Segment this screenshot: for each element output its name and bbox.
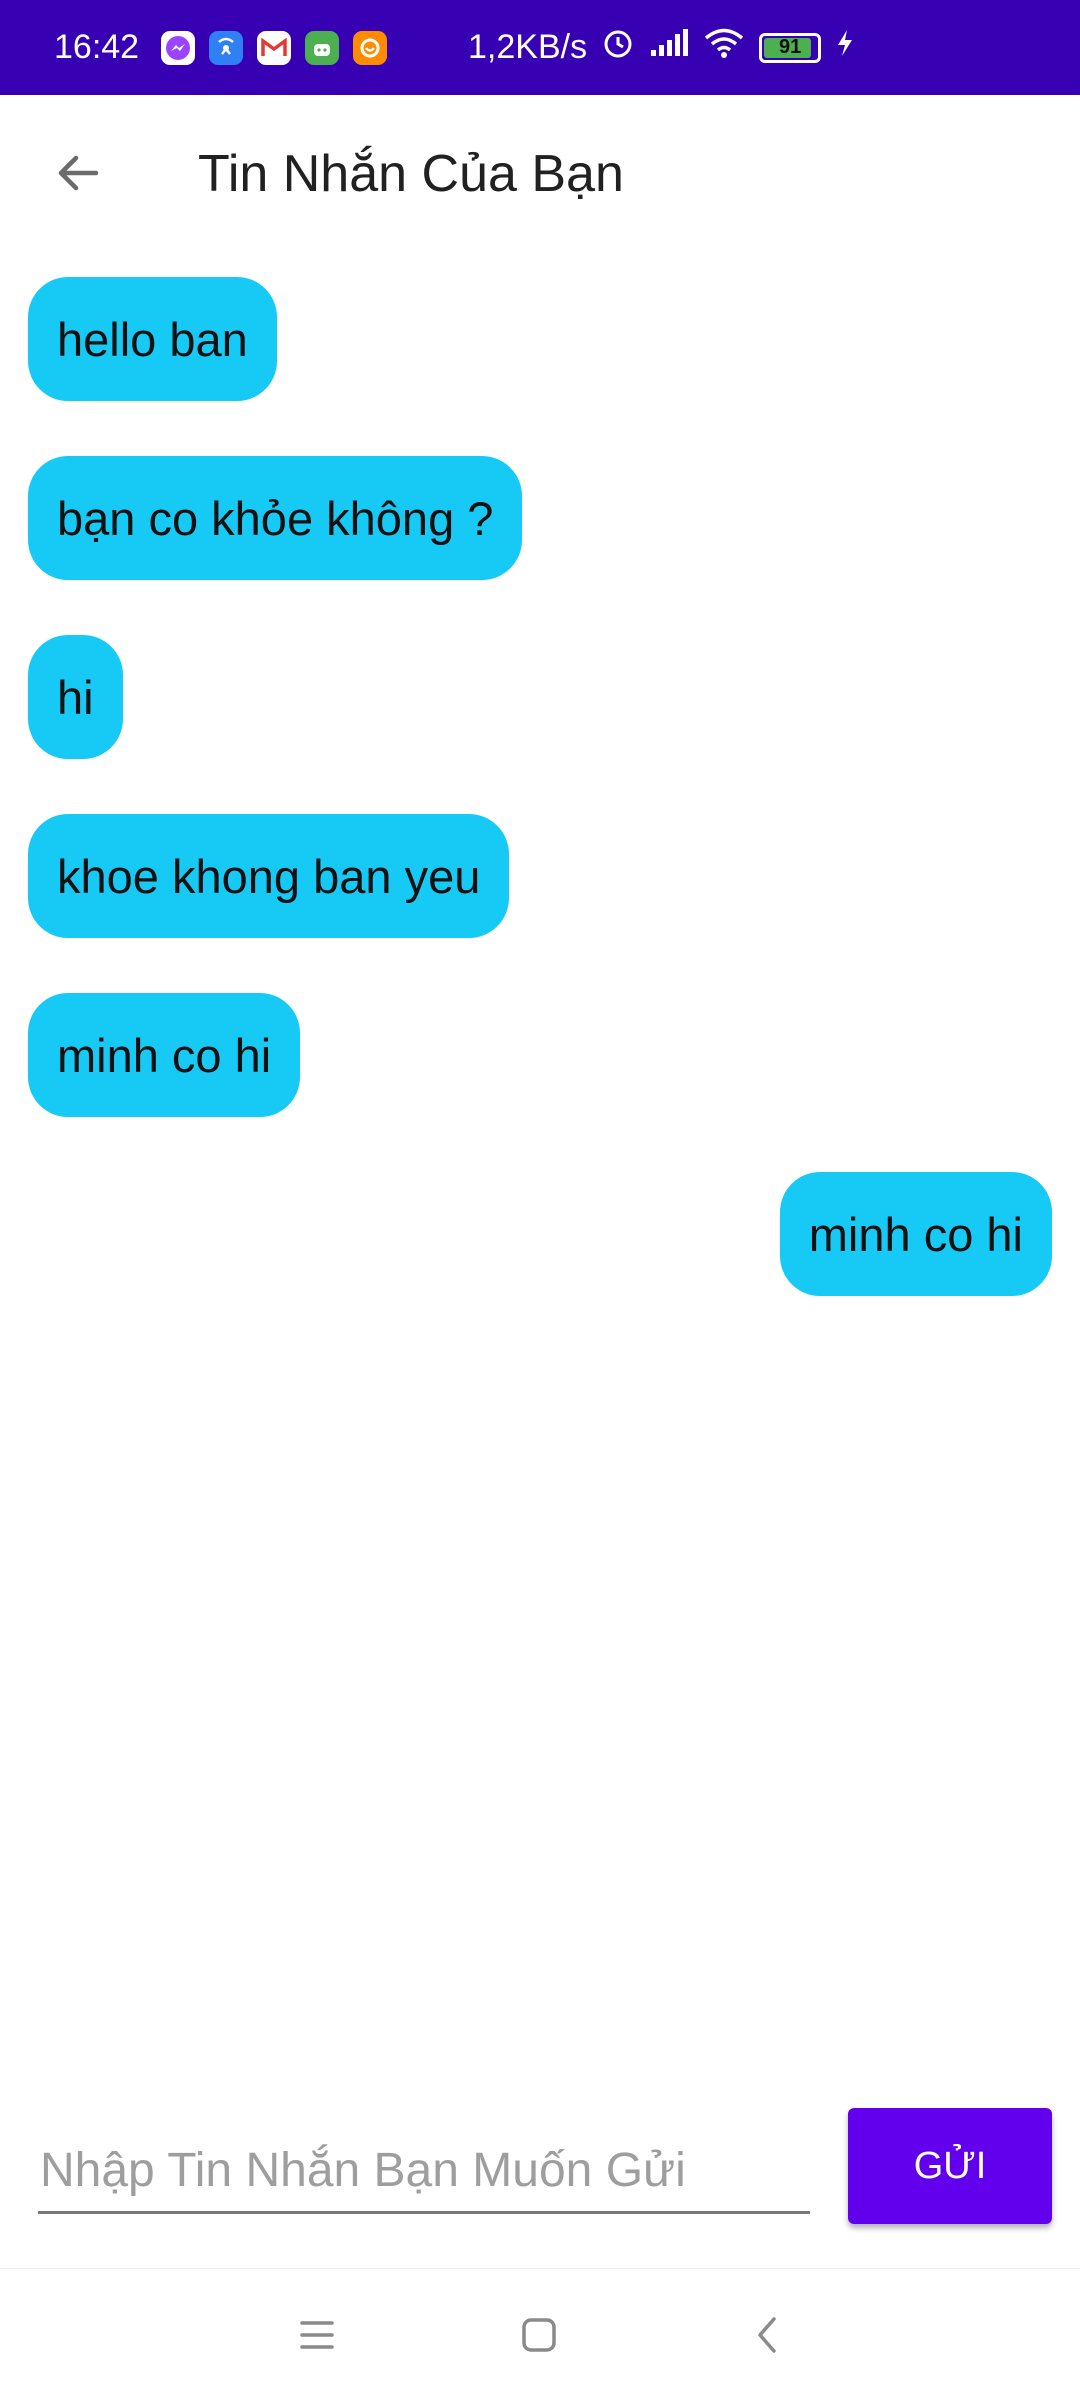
- recents-button[interactable]: [281, 2299, 353, 2371]
- message-text: hi: [57, 670, 94, 724]
- message-bubble[interactable]: minh co hi: [28, 993, 301, 1117]
- page-title: Tin Nhắn Của Bạn: [198, 145, 624, 203]
- back-button[interactable]: [40, 135, 116, 211]
- message-bubble[interactable]: khoe khong ban yeu: [28, 814, 510, 938]
- message-text: minh co hi: [808, 1207, 1023, 1261]
- message-bubble-sent[interactable]: minh co hi: [779, 1172, 1052, 1296]
- message-bubble[interactable]: hi: [28, 635, 123, 759]
- menu-lines-icon: [300, 2321, 334, 2349]
- message-input[interactable]: [38, 2130, 810, 2214]
- status-indicators: 1,2KB/s 91: [468, 0, 855, 95]
- home-button[interactable]: [503, 2299, 575, 2371]
- orange-app-icon: [353, 30, 388, 65]
- nav-back-button[interactable]: [731, 2299, 803, 2371]
- message-text: bạn co khỏe không ?: [57, 491, 494, 545]
- chevron-left-icon: [758, 2317, 776, 2353]
- arrow-left-icon: [58, 155, 99, 191]
- status-bar: 16:42 1,2KB/s 91: [0, 0, 1080, 95]
- messenger-icon: [161, 30, 196, 65]
- composer: GỬI: [0, 2100, 1080, 2260]
- notification-icons: [161, 30, 388, 65]
- wifi-calling-icon: [209, 30, 244, 65]
- status-time: 16:42: [54, 28, 140, 66]
- message-text: hello ban: [57, 312, 248, 366]
- battery-icon: 91: [759, 32, 822, 63]
- battery-level: 91: [778, 36, 802, 58]
- message-text: minh co hi: [57, 1028, 272, 1082]
- android-bot-icon: [305, 30, 340, 65]
- message-bubble[interactable]: hello ban: [28, 277, 277, 401]
- system-nav-bar: [0, 2268, 1080, 2400]
- square-home-icon: [522, 2318, 556, 2352]
- network-speed: 1,2KB/s: [468, 28, 588, 66]
- charging-icon: [835, 28, 855, 67]
- app-bar: Tin Nhắn Của Bạn: [0, 95, 1080, 253]
- wifi-icon: [703, 27, 745, 68]
- message-bubble[interactable]: bạn co khỏe không ?: [28, 456, 523, 580]
- send-button[interactable]: GỬI: [848, 2108, 1052, 2224]
- message-text: khoe khong ban yeu: [57, 849, 481, 903]
- signal-icon: [649, 28, 689, 67]
- gmail-icon: [257, 30, 292, 65]
- alarm-icon: [601, 26, 635, 69]
